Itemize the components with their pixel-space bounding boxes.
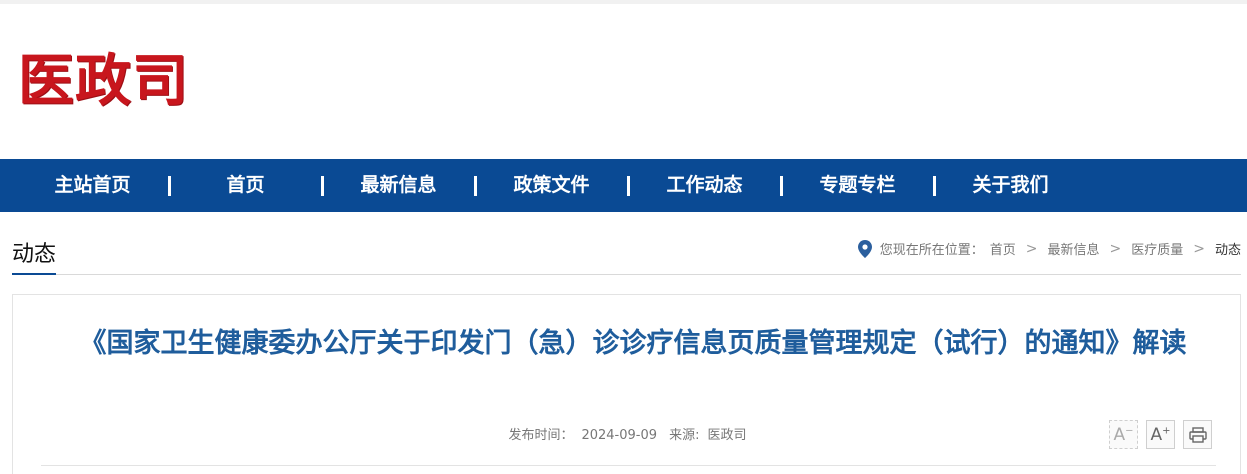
source-label: 来源: [669, 428, 700, 443]
font-decrease-button[interactable]: A− [1109, 420, 1138, 449]
publish-date: 2024-09-09 [581, 428, 658, 443]
nav-label: 最新信息 [360, 174, 437, 196]
main-nav: 主站首页 首页 最新信息 政策文件 工作动态 专题专栏 关于我们 [0, 159, 1247, 212]
nav-list: 主站首页 首页 最新信息 政策文件 工作动态 专题专栏 关于我们 [0, 159, 1247, 212]
chevron-right-icon: > [1109, 240, 1122, 257]
nav-item-topics[interactable]: 专题专栏 [781, 159, 936, 212]
site-logo[interactable]: 医政司 [18, 50, 189, 114]
print-button[interactable] [1183, 420, 1212, 449]
nav-item-latest[interactable]: 最新信息 [322, 159, 477, 212]
nav-label: 主站首页 [54, 174, 131, 196]
source-value: 医政司 [707, 428, 747, 443]
breadcrumb-link-latest[interactable]: 最新信息 [1047, 239, 1099, 258]
nav-label: 专题专栏 [819, 174, 896, 196]
font-increase-icon: A+ [1150, 424, 1171, 445]
breadcrumb-prefix: 您现在所在位置： [879, 243, 984, 258]
nav-label: 首页 [226, 174, 265, 196]
nav-label: 关于我们 [972, 174, 1049, 196]
font-increase-button[interactable]: A+ [1146, 420, 1175, 449]
nav-label: 政策文件 [513, 174, 590, 196]
chevron-right-icon: > [1025, 240, 1038, 257]
section-header: 动态 您现在所在位置： 首页 > 最新信息 > 医疗质量 > 动态 [12, 233, 1241, 275]
article-tools: A− A+ [1109, 420, 1212, 449]
nav-label: 工作动态 [666, 174, 743, 196]
section-title: 动态 [12, 241, 57, 275]
nav-item-work[interactable]: 工作动态 [628, 159, 783, 212]
nav-item-about[interactable]: 关于我们 [934, 159, 1087, 212]
nav-item-main-home[interactable]: 主站首页 [16, 159, 171, 212]
breadcrumb-link-home[interactable]: 首页 [990, 239, 1016, 258]
top-strip [0, 0, 1247, 4]
article-container: 《国家卫生健康委办公厅关于印发门（急）诊诊疗信息页质量管理规定（试行）的通知》解… [12, 294, 1241, 474]
breadcrumb-current: 动态 [1214, 243, 1241, 258]
printer-icon [1188, 426, 1207, 443]
nav-item-home[interactable]: 首页 [169, 159, 324, 212]
publish-label: 发布时间： [508, 428, 574, 443]
chevron-right-icon: > [1193, 240, 1205, 257]
breadcrumb: 您现在所在位置： 首页 > 最新信息 > 医疗质量 > 动态 [857, 239, 1241, 258]
breadcrumb-link-quality[interactable]: 医疗质量 [1131, 239, 1183, 258]
article-meta: 发布时间： 2024-09-09 来源: 医政司 [13, 424, 1242, 443]
article-title: 《国家卫生健康委办公厅关于印发门（急）诊诊疗信息页质量管理规定（试行）的通知》解… [79, 328, 1187, 359]
font-decrease-icon: A− [1113, 424, 1134, 445]
meta-divider [41, 465, 1216, 466]
location-pin-icon [857, 239, 872, 258]
nav-item-policy[interactable]: 政策文件 [475, 159, 630, 212]
